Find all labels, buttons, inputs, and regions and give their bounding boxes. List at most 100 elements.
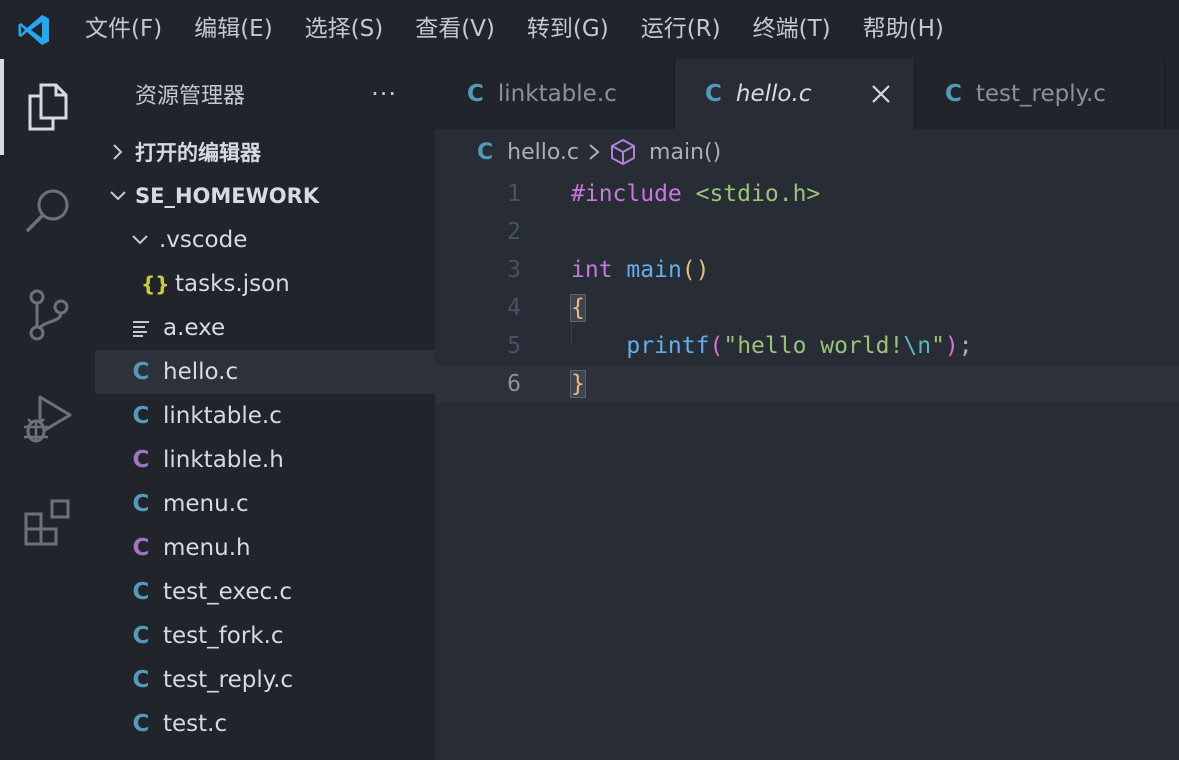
chevron-right-icon (587, 142, 601, 162)
c-file-icon: C (477, 139, 494, 165)
extensions-icon (24, 499, 69, 546)
json-file-icon: {} (141, 272, 170, 296)
code-text: #include <stdio.h> (571, 175, 820, 213)
line-number: 4 (507, 295, 521, 321)
paren-open: ( (709, 333, 724, 359)
code-line: 5 printf("hello world!\n"); (435, 327, 1179, 365)
tab-test-reply-c[interactable]: C test_reply.c (915, 59, 1165, 129)
file-menu-h[interactable]: C menu.h (95, 526, 435, 570)
close-icon[interactable] (870, 83, 892, 105)
code-text: { (570, 289, 586, 327)
menu-file[interactable]: 文件(F) (68, 0, 178, 59)
code-line: 4 { (435, 289, 1179, 327)
close-brace: } (570, 370, 586, 398)
line-number: 5 (507, 333, 521, 359)
breadcrumb-symbol[interactable]: main() (649, 140, 721, 165)
file-name: test_fork.c (163, 623, 284, 649)
file-name: menu.c (163, 491, 249, 517)
call-name: printf (626, 333, 710, 359)
menu-help[interactable]: 帮助(H) (847, 0, 960, 59)
file-test-reply-c[interactable]: C test_reply.c (95, 658, 435, 702)
file-hello-c[interactable]: C hello.c (95, 350, 435, 394)
menu-selection[interactable]: 选择(S) (289, 0, 400, 59)
menu-view[interactable]: 查看(V) (399, 0, 511, 59)
code-text: int main() (571, 251, 710, 289)
workspace-section[interactable]: SE_HOMEWORK (95, 174, 435, 218)
tab-label: linktable.c (497, 81, 617, 107)
open-editors-section[interactable]: 打开的编辑器 (95, 130, 435, 174)
vscode-logo-icon (18, 14, 49, 45)
activity-search[interactable] (0, 163, 95, 259)
chevron-down-icon (110, 191, 126, 201)
chevron-down-icon (132, 235, 148, 245)
chevron-right-icon (113, 144, 123, 160)
menu-run[interactable]: 运行(R) (625, 0, 737, 59)
breadcrumb-file[interactable]: hello.c (507, 140, 579, 165)
escape-sequence: \n (903, 333, 932, 359)
paren-close: ); (944, 333, 973, 359)
file-name: linktable.c (163, 403, 282, 429)
file-test-fork-c[interactable]: C test_fork.c (95, 614, 435, 658)
type-keyword: int (571, 257, 613, 283)
file-a-exe[interactable]: a.exe (95, 306, 435, 350)
h-file-icon: C (132, 535, 150, 561)
line-number: 3 (507, 257, 521, 283)
file-name: test_reply.c (163, 667, 294, 693)
c-file-icon: C (467, 81, 484, 107)
activity-extensions[interactable] (0, 475, 95, 571)
code-line: 3 int main() (435, 251, 1179, 289)
code-line: 2 (435, 213, 1179, 251)
file-test-exec-c[interactable]: C test_exec.c (95, 570, 435, 614)
code-text: } (570, 365, 586, 403)
include-file: <stdio.h> (695, 181, 821, 207)
activity-source-control[interactable] (0, 267, 95, 363)
more-actions-icon[interactable]: ··· (371, 80, 397, 108)
run-debug-icon (23, 395, 71, 443)
file-menu-c[interactable]: C menu.c (95, 482, 435, 526)
file-name: linktable.h (163, 447, 284, 473)
file-linktable-c[interactable]: C linktable.c (95, 394, 435, 438)
line-number: 6 (507, 371, 521, 397)
title-bar: 文件(F) 编辑(E) 选择(S) 查看(V) 转到(G) 运行(R) 终端(T… (0, 0, 1179, 59)
c-file-icon: C (132, 711, 150, 737)
activity-run-debug[interactable] (0, 371, 95, 467)
string-end: " (931, 333, 945, 359)
parens: () (681, 257, 710, 283)
tab-hello-c[interactable]: C hello.c (675, 59, 915, 129)
files-icon (28, 83, 67, 131)
folder-name: .vscode (159, 227, 248, 253)
file-name: a.exe (163, 315, 226, 341)
menu-edit[interactable]: 编辑(E) (178, 0, 288, 59)
tab-linktable-c[interactable]: C linktable.c (435, 59, 675, 129)
file-test-c[interactable]: C test.c (95, 702, 435, 746)
c-file-icon: C (705, 81, 722, 107)
code-line: 1 #include <stdio.h> (435, 175, 1179, 213)
open-brace: { (570, 294, 586, 322)
code-line-current: 6 } (435, 365, 1179, 403)
file-name: menu.h (163, 535, 251, 561)
sidebar-title: 资源管理器 (135, 84, 246, 109)
editor-tabs: C linktable.c C hello.c C test_reply.c (435, 59, 1179, 129)
code-text: printf("hello world!\n"); (571, 327, 973, 365)
h-file-icon: C (132, 447, 150, 473)
file-linktable-h[interactable]: C linktable.h (95, 438, 435, 482)
string-literal: "hello world! (723, 333, 904, 359)
file-name: test.c (163, 711, 228, 737)
workspace-label: SE_HOMEWORK (135, 184, 320, 208)
line-number: 2 (507, 219, 521, 245)
folder-vscode[interactable]: .vscode (95, 218, 435, 262)
c-file-icon: C (132, 623, 150, 649)
code-editor[interactable]: 1 #include <stdio.h> 2 3 int main() 4 { … (435, 175, 1179, 760)
tab-label: hello.c (735, 81, 812, 107)
explorer-sidebar: 资源管理器 ··· 打开的编辑器 SE_HOMEWORK .vscode {} … (95, 59, 435, 760)
search-icon (25, 189, 68, 232)
file-tasks-json[interactable]: {} tasks.json (95, 262, 435, 306)
c-file-icon: C (132, 359, 150, 385)
menu-go[interactable]: 转到(G) (511, 0, 625, 59)
c-file-icon: C (132, 491, 150, 517)
c-file-icon: C (132, 667, 150, 693)
sidebar-header: 资源管理器 ··· (95, 59, 435, 129)
activity-bar (0, 59, 95, 760)
menu-terminal[interactable]: 终端(T) (737, 0, 847, 59)
activity-explorer[interactable] (0, 59, 95, 155)
